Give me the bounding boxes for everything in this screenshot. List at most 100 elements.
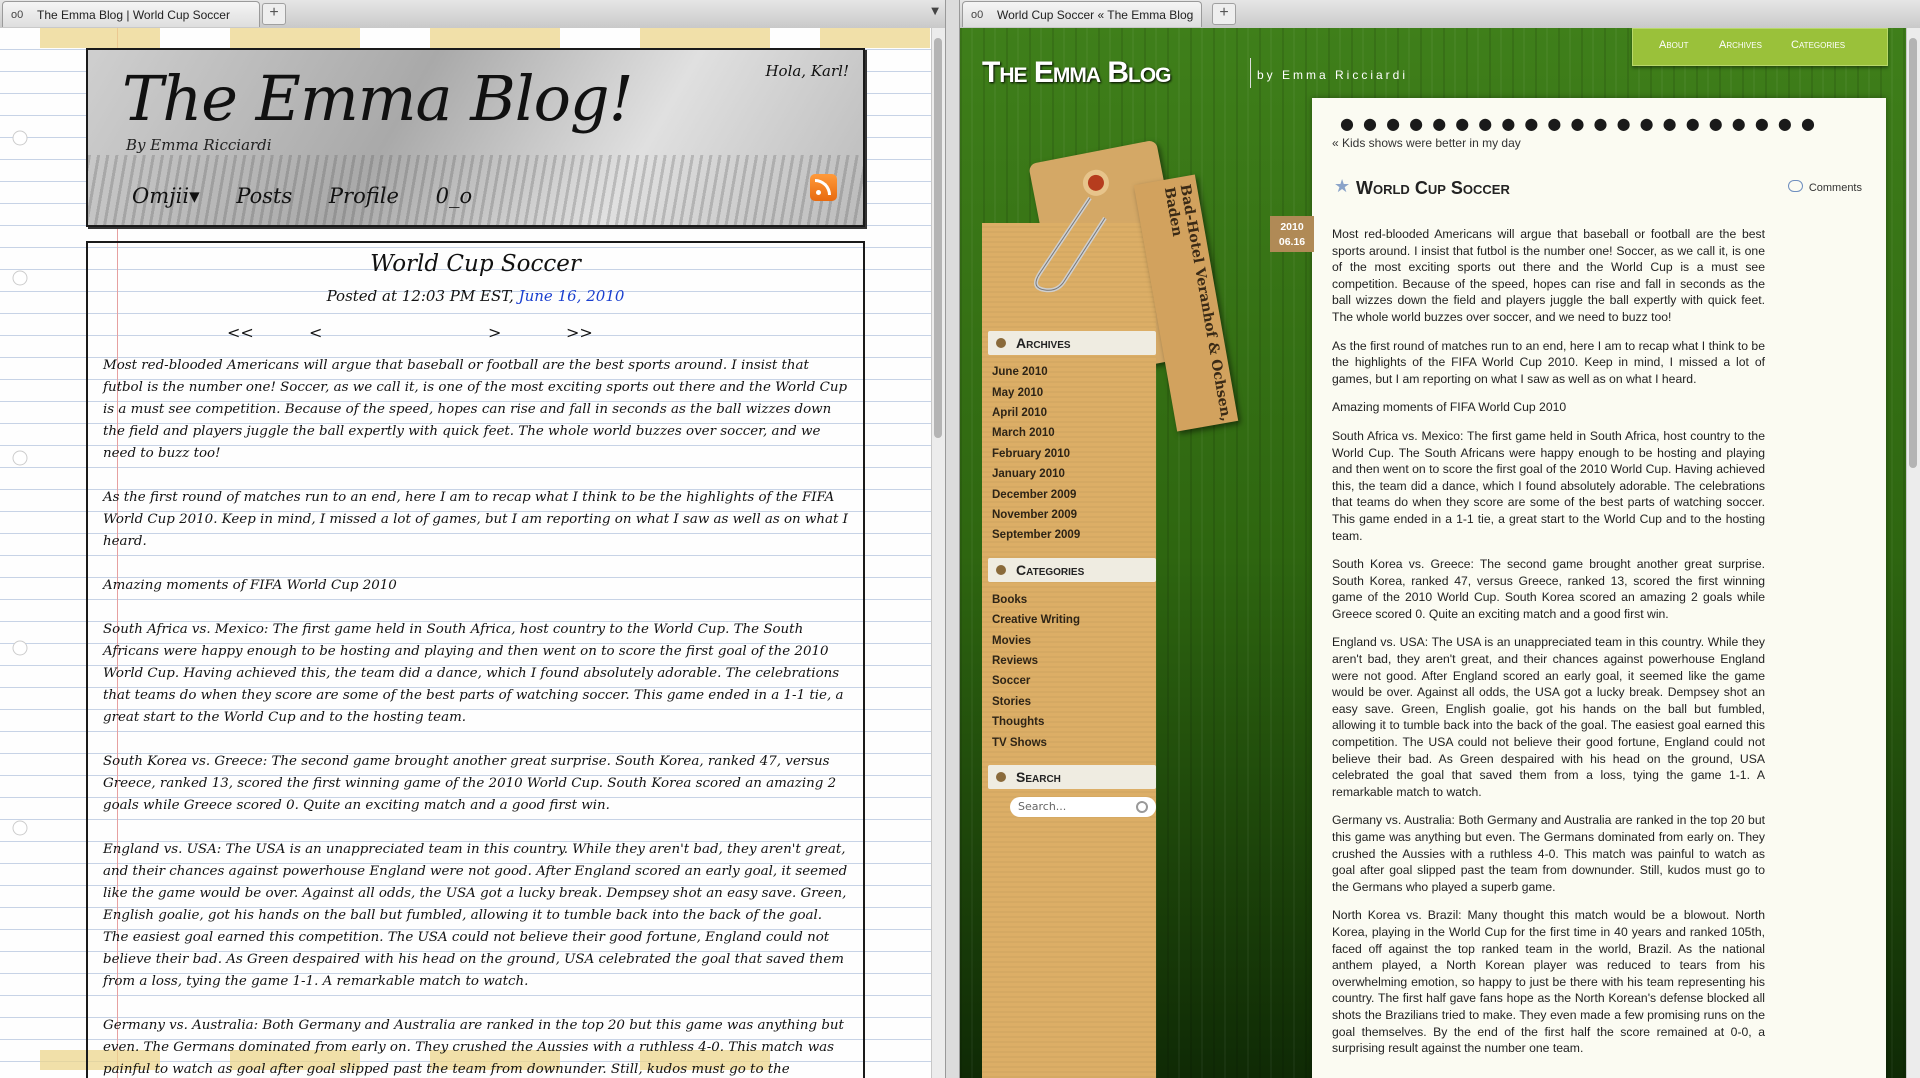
nav-omjii-menu[interactable]: Omjii▾ <box>132 184 200 208</box>
right-tab-active[interactable]: o0 World Cup Soccer « The Emma Blog <box>962 1 1202 27</box>
pane-splitter[interactable] <box>945 0 960 1078</box>
archive-link[interactable]: December 2009 <box>992 489 1076 501</box>
post-container: World Cup Soccer Posted at 12:03 PM EST,… <box>86 241 865 1078</box>
tape-strip <box>820 28 930 48</box>
post-paragraph: England vs. USA: The USA is an unappreci… <box>1332 635 1765 799</box>
category-link[interactable]: TV Shows <box>992 737 1047 749</box>
search-placeholder: Search... <box>1018 800 1067 813</box>
blog-title[interactable]: The Emma Blog! <box>122 62 634 135</box>
tape-strip <box>430 28 560 48</box>
right-tab-bar: o0 World Cup Soccer « The Emma Blog + <box>960 0 1920 29</box>
post-paragraph: Most red-blooded Americans will argue th… <box>1332 227 1765 324</box>
post-date-prefix: Posted at 12:03 PM EST, <box>326 287 514 305</box>
binder-hole <box>12 640 28 656</box>
left-new-tab-button[interactable]: + <box>262 3 286 25</box>
paperclip-icon <box>1034 196 1107 293</box>
post-date-year-link[interactable]: 2010 <box>586 287 624 305</box>
last-post-link[interactable]: >> <box>566 323 593 342</box>
right-new-tab-button[interactable]: + <box>1212 3 1236 25</box>
search-input[interactable]: Search... <box>1010 797 1156 817</box>
previous-post-link[interactable]: < <box>309 323 322 342</box>
green-blog-page: The Emma Blog by Emma Ricciardi About Ar… <box>960 28 1907 1078</box>
category-link[interactable]: Soccer <box>992 675 1030 687</box>
post-paper: ● ● ● ● ● ● ● ● ● ● ● ● ● ● ● ● ● ● ● ● … <box>1312 98 1886 1078</box>
right-scrollbar[interactable] <box>1906 28 1920 1078</box>
left-tab-title: The Emma Blog | World Cup Soccer <box>37 8 230 22</box>
category-link[interactable]: Reviews <box>992 655 1038 667</box>
post-paragraph: South Africa vs. Mexico: The first game … <box>1332 428 1765 543</box>
post-paragraph: Amazing moments of FIFA World Cup 2010 <box>1332 400 1567 415</box>
post-paragraph: Amazing moments of FIFA World Cup 2010 <box>103 578 397 593</box>
comments-link[interactable]: Comments <box>1788 180 1862 194</box>
notebook-page: The Emma Blog! By Emma Ricciardi Hola, K… <box>0 28 932 1078</box>
left-scrollbar-thumb[interactable] <box>934 38 942 438</box>
top-navigation: About Archives Categories <box>1632 28 1888 66</box>
star-icon: ★ <box>1334 176 1351 197</box>
left-browser-pane: o0 The Emma Blog | World Cup Soccer + ▼ … <box>0 0 945 1078</box>
binder-hole <box>12 130 28 146</box>
site-logo[interactable]: The Emma Blog <box>982 56 1171 90</box>
nav-categories[interactable]: Categories <box>1791 39 1845 51</box>
nav-about[interactable]: About <box>1659 39 1689 51</box>
binder-hole <box>12 270 28 286</box>
nav-archives[interactable]: Archives <box>1719 39 1762 51</box>
right-tab-title: World Cup Soccer « The Emma Blog <box>997 8 1194 22</box>
hotel-tag-text: Bad-Hotel Veranhof & Ochsen, Baden <box>1160 183 1235 423</box>
post-date-monthday: 06.16 <box>1278 236 1306 248</box>
post-date-day-link[interactable]: 16, <box>558 287 582 305</box>
post-paragraph: South Korea vs. Greece: The second game … <box>1332 557 1765 621</box>
post-date-year: 2010 <box>1280 221 1304 233</box>
archive-link[interactable]: June 2010 <box>992 366 1048 378</box>
post-title: World Cup Soccer <box>1356 178 1510 198</box>
search-icon[interactable] <box>1136 801 1148 813</box>
paper-punch-holes: ● ● ● ● ● ● ● ● ● ● ● ● ● ● ● ● ● ● ● ● … <box>1340 114 1817 133</box>
post-paragraph: As the first round of matches run to an … <box>103 490 848 549</box>
nav-face-menu[interactable]: 0_o <box>436 184 473 208</box>
nav-posts[interactable]: Posts <box>236 184 292 208</box>
left-tab-bar: o0 The Emma Blog | World Cup Soccer + ▼ <box>0 0 945 29</box>
archive-link[interactable]: September 2009 <box>992 529 1080 541</box>
left-scrollbar[interactable] <box>931 28 945 1078</box>
user-greeting: Hola, Karl! <box>765 62 849 80</box>
archive-link[interactable]: April 2010 <box>992 407 1047 419</box>
post-paragraph: Germany vs. Australia: Both Germany and … <box>103 1018 844 1077</box>
left-tab-active[interactable]: o0 The Emma Blog | World Cup Soccer <box>2 1 260 27</box>
post-body: Most red-blooded Americans will argue th… <box>1332 226 1765 1069</box>
post-paragraph: Germany vs. Australia: Both Germany and … <box>1332 813 1765 894</box>
categories-widget-title: Categories <box>988 558 1156 582</box>
right-scrollbar-thumb[interactable] <box>1909 38 1917 468</box>
rss-feed-icon[interactable] <box>810 174 837 201</box>
blog-header-banner: The Emma Blog! By Emma Ricciardi Hola, K… <box>86 48 865 227</box>
site-byline: by Emma Ricciardi <box>1250 58 1408 88</box>
post-date: Posted at 12:03 PM EST, June 16, 2010 <box>88 287 863 305</box>
archive-link[interactable]: November 2009 <box>992 509 1077 521</box>
post-paragraph: South Korea vs. Greece: The second game … <box>103 754 837 813</box>
left-tab-menu-icon[interactable]: ▼ <box>931 6 939 17</box>
search-widget-title: Search <box>988 765 1156 789</box>
archive-link[interactable]: February 2010 <box>992 448 1070 460</box>
category-link[interactable]: Movies <box>992 635 1031 647</box>
next-post-link[interactable]: > <box>488 323 501 342</box>
category-link[interactable]: Thoughts <box>992 716 1044 728</box>
archives-widget-title: Archives <box>988 331 1156 355</box>
nav-profile[interactable]: Profile <box>329 184 399 208</box>
post-date-badge: 2010 06.16 <box>1270 216 1314 252</box>
tape-strip <box>40 28 160 48</box>
tape-strip <box>230 28 360 48</box>
category-link[interactable]: Stories <box>992 696 1031 708</box>
post-date-month-link[interactable]: June <box>519 287 553 305</box>
post-title: World Cup Soccer <box>370 251 581 277</box>
page-favicon-icon: o0 <box>971 9 984 21</box>
first-post-link[interactable]: << <box>227 323 254 342</box>
tape-strip <box>640 28 770 48</box>
post-paragraph: As the first round of matches run to an … <box>1332 338 1765 386</box>
category-link[interactable]: Books <box>992 594 1027 606</box>
sidebar: Archives June 2010 May 2010 April 2010 M… <box>982 223 1156 1078</box>
previous-post-link[interactable]: « Kids shows were better in my day <box>1332 136 1521 150</box>
binder-holes <box>12 130 28 836</box>
post-paragraph: Most red-blooded Americans will argue th… <box>103 358 848 461</box>
archive-link[interactable]: January 2010 <box>992 468 1065 480</box>
archive-link[interactable]: March 2010 <box>992 427 1055 439</box>
category-link[interactable]: Creative Writing <box>992 614 1080 626</box>
archive-link[interactable]: May 2010 <box>992 387 1043 399</box>
